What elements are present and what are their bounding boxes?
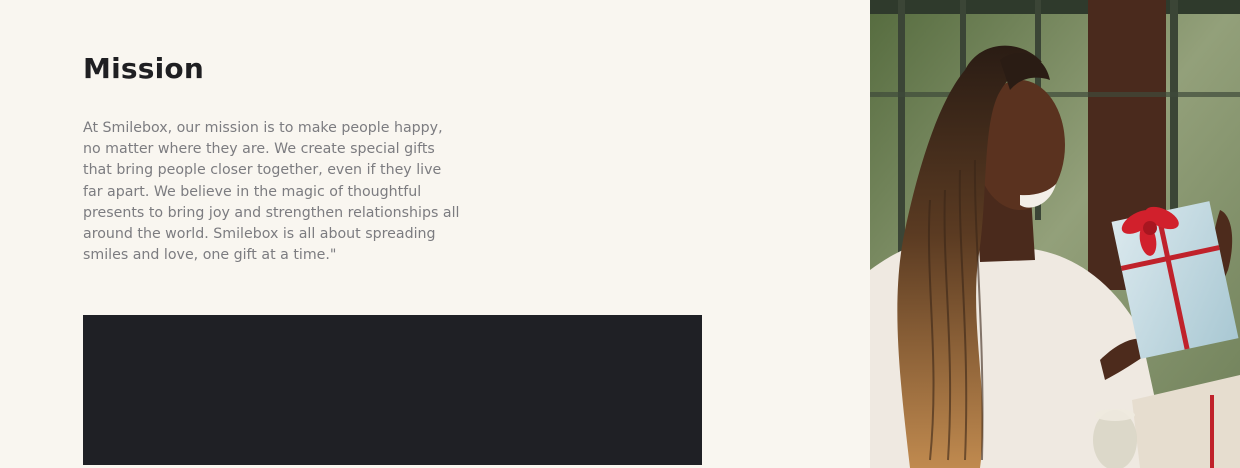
mission-section: Mission At Smilebox, our mission is to m…: [0, 0, 870, 468]
mission-title: Mission: [83, 52, 204, 85]
video-placeholder-block: [83, 315, 702, 465]
mission-photo: [870, 0, 1240, 468]
mission-body: At Smilebox, our mission is to make peop…: [83, 120, 460, 264]
